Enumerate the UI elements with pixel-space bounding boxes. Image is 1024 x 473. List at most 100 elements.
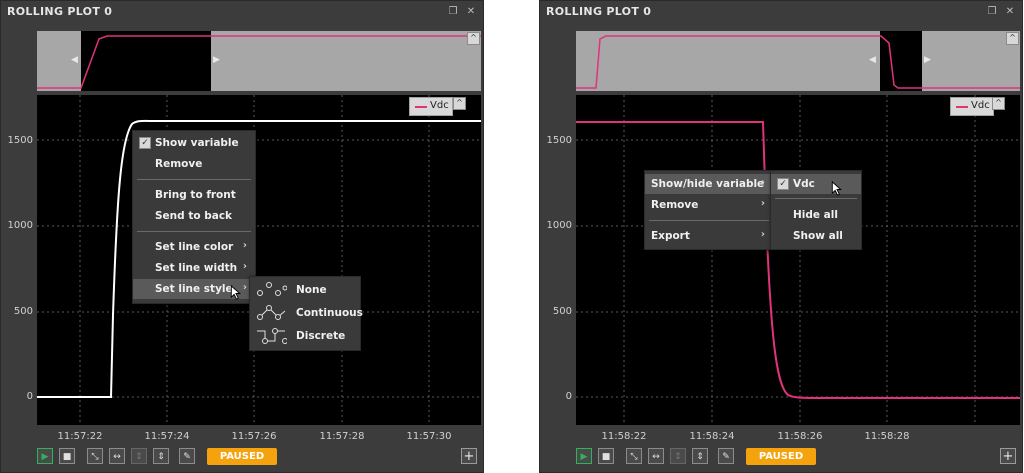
legend-swatch — [956, 106, 968, 108]
menu-item-show-variable[interactable]: ✓ Show variable — [133, 133, 255, 153]
y-tick-label: 1500 — [546, 135, 572, 146]
collapse-legend-icon[interactable]: ^ — [992, 97, 1005, 110]
points-only-icon — [257, 282, 287, 296]
menu-item-show-hide-variable[interactable]: Show/hide variable › — [645, 174, 773, 194]
mouse-cursor-icon — [831, 181, 843, 196]
menu-item-bring-to-front[interactable]: Bring to front — [133, 185, 255, 205]
close-icon[interactable]: ✕ — [1004, 6, 1016, 18]
overview-left-handle-icon[interactable]: ◀ — [869, 55, 876, 65]
stop-icon[interactable]: ■ — [598, 448, 614, 464]
title-bar: ROLLING PLOT 0 ❐ ✕ — [1, 1, 483, 23]
checkbox-checked-icon: ✓ — [139, 137, 151, 149]
x-tick-label: 11:57:28 — [319, 431, 365, 442]
plot-area[interactable] — [576, 95, 1020, 425]
submenu-arrow-icon: › — [242, 282, 247, 293]
fit-horizontal-icon[interactable]: ↔ — [109, 448, 125, 464]
menu-item-style-continuous[interactable]: Continuous — [250, 303, 363, 323]
submenu-arrow-icon: › — [242, 240, 247, 251]
x-tick-label: 11:58:26 — [777, 431, 823, 442]
legend-vdc[interactable]: Vdc — [950, 97, 994, 116]
panel-title: ROLLING PLOT 0 — [546, 5, 652, 18]
rolling-plot-panel-left: ROLLING PLOT 0 ❐ ✕ ◀ ▶ ^ 1500 1000 500 0 — [0, 0, 484, 473]
y-tick-label: 500 — [13, 306, 33, 317]
x-tick-label: 11:57:26 — [231, 431, 277, 442]
line-style-submenu: None Continuous Discrete — [249, 276, 363, 351]
menu-item-style-discrete[interactable]: Discrete — [250, 326, 360, 346]
restore-window-icon[interactable]: ❐ — [986, 6, 998, 18]
menu-item-style-none[interactable]: None — [250, 280, 360, 300]
plot-canvas — [37, 95, 481, 425]
zoom-vertical-icon[interactable]: ⇕ — [692, 448, 708, 464]
fit-horizontal-icon[interactable]: ↔ — [648, 448, 664, 464]
context-menu: Show/hide variable › Remove › Export › — [644, 170, 774, 250]
zoom-vertical-icon[interactable]: ⇕ — [153, 448, 169, 464]
y-tick-label: 500 — [552, 306, 572, 317]
menu-separator — [137, 231, 251, 232]
overview-right-handle-icon[interactable]: ▶ — [924, 55, 931, 65]
menu-item-variable-vdc[interactable]: ✓ Vdc — [771, 174, 861, 194]
fit-all-icon[interactable]: ⤡ — [87, 448, 103, 464]
rolling-plot-panel-right: ROLLING PLOT 0 ❐ ✕ ◀ ▶ ^ 1500 1000 500 0 — [539, 0, 1023, 473]
submenu-arrow-icon: › — [242, 261, 247, 272]
play-icon[interactable]: ▶ — [576, 448, 592, 464]
fit-vertical-icon[interactable]: ↕ — [131, 448, 147, 464]
submenu-arrow-icon: › — [760, 198, 765, 209]
clear-brush-icon[interactable]: ✎ — [179, 448, 195, 464]
menu-separator — [775, 198, 857, 199]
context-menu: ✓ Show variable Remove Bring to front Se… — [132, 130, 256, 304]
add-plot-button[interactable]: + — [461, 448, 477, 464]
menu-item-remove[interactable]: Remove › — [645, 195, 773, 215]
title-bar: ROLLING PLOT 0 ❐ ✕ — [540, 1, 1022, 23]
stop-icon[interactable]: ■ — [59, 448, 75, 464]
checkbox-checked-icon: ✓ — [777, 178, 789, 190]
discrete-step-icon — [257, 328, 287, 344]
submenu-arrow-icon: › — [760, 177, 765, 188]
menu-item-show-all[interactable]: Show all — [771, 226, 861, 246]
play-icon[interactable]: ▶ — [37, 448, 53, 464]
status-badge: PAUSED — [746, 448, 816, 465]
menu-separator — [649, 220, 769, 221]
overview-right-handle-icon[interactable]: ▶ — [213, 55, 220, 65]
x-tick-label: 11:58:24 — [689, 431, 735, 442]
status-badge: PAUSED — [207, 448, 277, 465]
y-tick-label: 0 — [565, 391, 572, 402]
plot-area[interactable] — [37, 95, 481, 425]
add-plot-button[interactable]: + — [1000, 448, 1016, 464]
overview-left-handle-icon[interactable]: ◀ — [71, 55, 78, 65]
close-icon[interactable]: ✕ — [465, 6, 477, 18]
plot-canvas — [576, 95, 1020, 425]
overview-strip[interactable]: ◀ ▶ ^ — [37, 31, 481, 91]
continuous-line-icon — [257, 305, 286, 320]
clear-brush-icon[interactable]: ✎ — [718, 448, 734, 464]
fit-all-icon[interactable]: ⤡ — [626, 448, 642, 464]
menu-item-remove[interactable]: Remove — [133, 154, 255, 174]
x-tick-label: 11:57:22 — [57, 431, 103, 442]
collapse-legend-icon[interactable]: ^ — [453, 97, 466, 110]
fit-vertical-icon[interactable]: ↕ — [670, 448, 686, 464]
collapse-overview-icon[interactable]: ^ — [1006, 32, 1019, 45]
y-tick-label: 1500 — [7, 135, 33, 146]
menu-item-set-line-width[interactable]: Set line width › — [133, 258, 255, 278]
menu-separator — [137, 179, 251, 180]
legend-vdc[interactable]: Vdc — [409, 97, 453, 116]
submenu-arrow-icon: › — [760, 229, 765, 240]
menu-item-send-to-back[interactable]: Send to back — [133, 206, 255, 226]
mouse-cursor-icon — [230, 285, 242, 300]
legend-label: Vdc — [430, 100, 449, 111]
x-tick-label: 11:57:24 — [144, 431, 190, 442]
overview-trace — [576, 35, 1020, 89]
variable-submenu: ✓ Vdc Hide all Show all — [770, 170, 862, 250]
overview-trace — [37, 35, 481, 89]
x-tick-label: 11:58:28 — [864, 431, 910, 442]
collapse-overview-icon[interactable]: ^ — [467, 32, 480, 45]
menu-item-set-line-color[interactable]: Set line color › — [133, 237, 255, 257]
y-tick-label: 0 — [26, 391, 33, 402]
overview-strip[interactable]: ◀ ▶ ^ — [576, 31, 1020, 91]
restore-window-icon[interactable]: ❐ — [447, 6, 459, 18]
legend-swatch — [415, 106, 427, 108]
y-tick-label: 1000 — [546, 220, 572, 231]
menu-item-export[interactable]: Export › — [645, 226, 773, 246]
panel-title: ROLLING PLOT 0 — [7, 5, 113, 18]
menu-item-hide-all[interactable]: Hide all — [771, 205, 861, 225]
y-tick-label: 1000 — [7, 220, 33, 231]
